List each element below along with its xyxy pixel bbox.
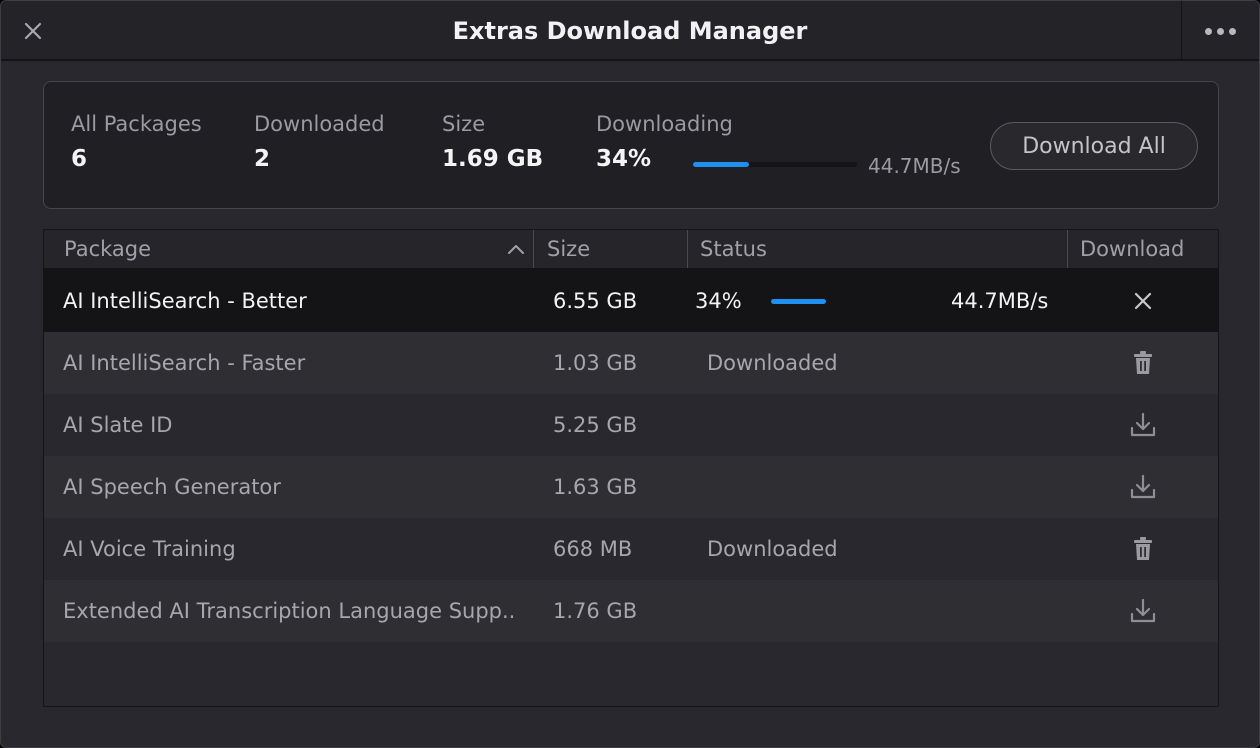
sort-ascending-icon xyxy=(507,230,525,268)
download-icon xyxy=(1129,473,1157,501)
downloading-value: 34% xyxy=(596,146,652,172)
table-row[interactable]: Extended AI Transcription Language Supp.… xyxy=(44,580,1218,642)
more-dot xyxy=(1229,27,1236,35)
close-icon xyxy=(24,22,42,40)
table-row[interactable]: AI Voice Training 668 MB Downloaded xyxy=(44,518,1218,580)
more-dots-icon xyxy=(1205,27,1212,35)
package-size: 668 MB xyxy=(553,537,633,561)
close-icon xyxy=(1134,292,1152,310)
download-icon xyxy=(1129,411,1157,439)
summary-progress-bar xyxy=(693,162,857,167)
table-row[interactable]: AI IntelliSearch - Better 6.55 GB 34% 44.7M… xyxy=(44,270,1218,332)
table-row[interactable]: AI IntelliSearch - Faster 1.03 GB Download… xyxy=(44,332,1218,394)
package-size: 1.76 GB xyxy=(553,599,638,623)
package-name: AI Speech Generator xyxy=(63,475,281,499)
trash-icon xyxy=(1133,351,1153,375)
packages-table: Package Size Status Download AI IntelliS… xyxy=(43,229,1219,707)
download-manager-window: Extras Download Manager All Packages 6 D… xyxy=(0,0,1260,748)
stat-all-packages: All Packages 6 xyxy=(71,112,202,172)
row-progress-fill xyxy=(771,299,827,304)
download-package-button[interactable] xyxy=(1118,394,1168,456)
package-size: 5.25 GB xyxy=(553,413,638,437)
column-header-status[interactable]: Status xyxy=(688,230,1068,268)
download-all-button[interactable]: Download All xyxy=(990,122,1198,170)
all-packages-value: 6 xyxy=(71,146,88,172)
column-header-package[interactable]: Package xyxy=(44,230,534,268)
all-packages-label: All Packages xyxy=(71,112,202,136)
trash-icon xyxy=(1133,537,1153,561)
summary-panel: All Packages 6 Downloaded 2 Size 1.69 GB… xyxy=(43,81,1219,209)
package-size: 1.03 GB xyxy=(553,351,638,375)
package-name: AI IntelliSearch - Faster xyxy=(63,351,306,375)
package-size: 6.55 GB xyxy=(553,289,638,313)
downloaded-label: Downloaded xyxy=(254,112,385,136)
download-icon xyxy=(1129,597,1157,625)
more-dot xyxy=(1217,27,1224,35)
stat-downloaded: Downloaded 2 xyxy=(254,112,385,172)
package-status: Downloaded xyxy=(707,537,838,561)
column-header-package-label: Package xyxy=(64,237,152,261)
window-title: Extras Download Manager xyxy=(452,17,808,45)
package-status: Downloaded xyxy=(707,351,838,375)
summary-download-rate: 44.7MB/s xyxy=(868,154,961,178)
table-row[interactable]: AI Speech Generator 1.63 GB xyxy=(44,456,1218,518)
package-name: AI Voice Training xyxy=(63,537,236,561)
row-progress-percent: 34% xyxy=(695,289,742,313)
column-header-size[interactable]: Size xyxy=(534,230,688,268)
more-options-button[interactable] xyxy=(1181,1,1259,61)
row-progress-bar xyxy=(771,299,934,304)
summary-progress-fill xyxy=(693,162,749,167)
table-row[interactable]: AI Slate ID 5.25 GB xyxy=(44,394,1218,456)
delete-package-button[interactable] xyxy=(1118,332,1168,394)
stat-size: Size 1.69 GB xyxy=(442,112,543,172)
row-download-rate: 44.7MB/s xyxy=(951,289,1049,313)
package-size: 1.63 GB xyxy=(553,475,638,499)
download-package-button[interactable] xyxy=(1118,580,1168,642)
size-label: Size xyxy=(442,112,486,136)
size-value: 1.69 GB xyxy=(442,146,544,172)
title-bar: Extras Download Manager xyxy=(1,1,1259,61)
package-name: AI Slate ID xyxy=(63,413,173,437)
column-header-download[interactable]: Download xyxy=(1068,230,1218,268)
close-window-button[interactable] xyxy=(1,1,65,61)
downloading-label: Downloading xyxy=(596,112,733,136)
downloaded-value: 2 xyxy=(254,146,271,172)
table-header: Package Size Status Download xyxy=(44,230,1218,270)
cancel-download-button[interactable] xyxy=(1118,270,1168,332)
download-package-button[interactable] xyxy=(1118,456,1168,518)
package-name: Extended AI Transcription Language Supp.… xyxy=(63,599,513,623)
delete-package-button[interactable] xyxy=(1118,518,1168,580)
package-name: AI IntelliSearch - Better xyxy=(63,289,307,313)
